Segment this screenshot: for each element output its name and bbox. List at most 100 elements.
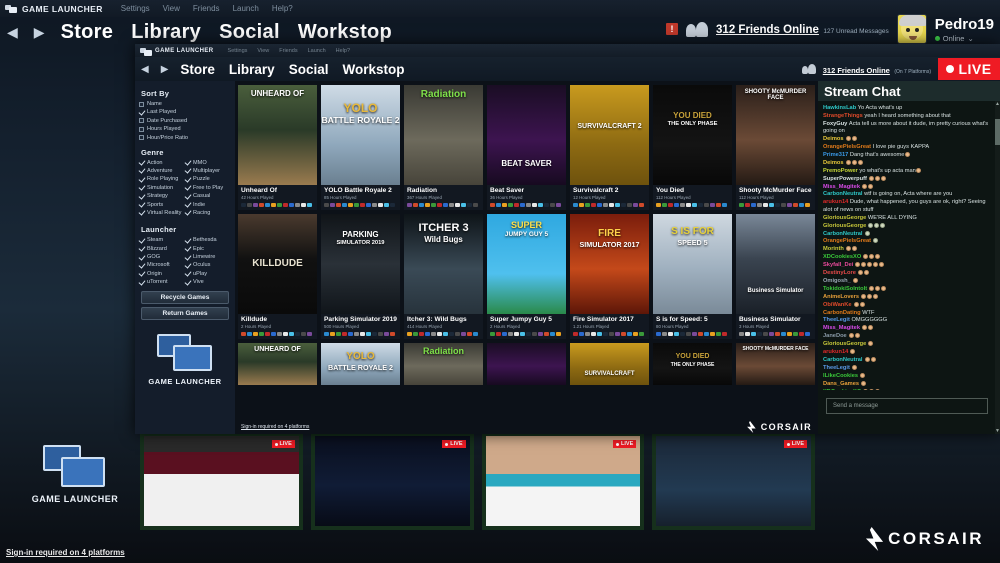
platform-icon[interactable] [378, 202, 383, 207]
platform-icon[interactable] [295, 202, 300, 207]
platform-icon[interactable] [490, 202, 495, 207]
game-card[interactable]: SHOOTY McMURDER FACE Shooty McMurder Face… [736, 85, 815, 210]
game-card[interactable]: Radiation Radiation 367 Hours Played [404, 85, 483, 210]
genre-option-mmo[interactable]: MMO [185, 160, 231, 166]
platform-icon[interactable] [455, 331, 460, 336]
platform-icon[interactable] [716, 331, 721, 336]
platform-icon[interactable] [597, 202, 602, 207]
grid-signin-notice[interactable]: Sign-in required on 4 platforms [241, 424, 309, 430]
game-card[interactable]: PARKING SIMULATOR 2019 Parking Simulator 2… [321, 214, 400, 339]
platform-icon[interactable] [390, 331, 395, 336]
platform-icon[interactable] [710, 202, 715, 207]
platform-icon[interactable] [573, 331, 578, 336]
platform-icon[interactable] [520, 202, 525, 207]
sort-option-hour-price-ratio[interactable]: Hour/Price Ratio [139, 135, 231, 141]
chat-username[interactable]: XDCookiesXO [823, 389, 863, 390]
platform-icon[interactable] [342, 202, 347, 207]
platform-icon[interactable] [722, 202, 727, 207]
platform-icon[interactable] [455, 202, 460, 207]
platform-icon[interactable] [324, 331, 329, 336]
inner-nav-social[interactable]: Social [289, 62, 329, 77]
platform-icon[interactable] [413, 202, 418, 207]
platform-icon[interactable] [793, 331, 798, 336]
platform-icon[interactable] [775, 331, 780, 336]
platform-icon[interactable] [686, 202, 691, 207]
platform-icon[interactable] [698, 202, 703, 207]
platform-icon[interactable] [532, 331, 537, 336]
genre-option-role-playing[interactable]: Role Playing [139, 176, 185, 182]
platform-icon[interactable] [615, 331, 620, 336]
game-card[interactable]: Business Simulator Business Simulator 3 Ho… [736, 214, 815, 339]
platform-icon[interactable] [372, 331, 377, 336]
platform-icon[interactable] [639, 331, 644, 336]
platform-icon[interactable] [692, 202, 697, 207]
platform-icon[interactable] [496, 331, 501, 336]
platform-icon[interactable] [556, 331, 561, 336]
platform-icon[interactable] [467, 331, 472, 336]
chat-username[interactable]: DestinyLore [823, 270, 857, 276]
sort-option-last-played[interactable]: Last Played [139, 109, 231, 115]
outer-nav-social[interactable]: Social [219, 21, 280, 44]
platform-icon[interactable] [289, 202, 294, 207]
launcher-option-microsoft[interactable]: Microsoft [139, 262, 185, 268]
outer-menu-item-launch[interactable]: Launch [233, 4, 259, 13]
game-card[interactable]: YOLO BATTLE ROYALE 2 YOLO Battle Royale 28… [321, 85, 400, 210]
platform-icon[interactable] [259, 202, 264, 207]
platform-icon[interactable] [520, 331, 525, 336]
platform-icon[interactable] [496, 202, 501, 207]
platform-icon[interactable] [621, 202, 626, 207]
game-card[interactable]: UNHEARD OF Unheard Of 42 Hours Played [238, 85, 317, 210]
platform-icon[interactable] [271, 202, 276, 207]
platform-icon[interactable] [431, 202, 436, 207]
chat-username[interactable]: GloriousGeorge [823, 215, 868, 221]
platform-icon[interactable] [384, 202, 389, 207]
platform-icon[interactable] [508, 331, 513, 336]
platform-icon[interactable] [579, 331, 584, 336]
platform-icon[interactable] [603, 202, 608, 207]
platform-icon[interactable] [799, 202, 804, 207]
platform-icon[interactable] [419, 202, 424, 207]
platform-icon[interactable] [241, 331, 246, 336]
platform-icon[interactable] [585, 331, 590, 336]
platform-icon[interactable] [550, 202, 555, 207]
platform-icon[interactable] [526, 202, 531, 207]
platform-icon[interactable] [680, 331, 685, 336]
back-arrow-icon[interactable]: ◀ [141, 64, 149, 75]
platform-icon[interactable] [668, 202, 673, 207]
platform-icon[interactable] [295, 331, 300, 336]
chat-username[interactable]: CarbonNeutral [823, 231, 864, 237]
platform-icon[interactable] [686, 331, 691, 336]
chat-username[interactable]: Deimos [823, 160, 845, 166]
scroll-down-icon[interactable]: ▼ [995, 428, 1000, 434]
platform-icon[interactable] [627, 331, 632, 336]
game-card[interactable]: BEAT SAVER Beat Saver 36 Hours Played [487, 85, 566, 210]
game-card[interactable]: KILLDUDE Killdude 2 Hours Played [238, 214, 317, 339]
platform-icon[interactable] [514, 202, 519, 207]
platform-icon[interactable] [413, 331, 418, 336]
platform-icon[interactable] [591, 202, 596, 207]
game-card[interactable]: SUPER JUMPY GUY 5 Super Jumpy Guy 52 Hours… [487, 214, 566, 339]
inner-friends-block[interactable]: 312 Friends Online (On 7 Platforms) [823, 61, 931, 78]
platform-icon[interactable] [639, 202, 644, 207]
launcher-option-gog[interactable]: GOG [139, 254, 185, 260]
live-stream-thumbnail[interactable]: LIVE [481, 432, 645, 530]
platform-icon[interactable] [247, 202, 252, 207]
genre-option-adventure[interactable]: Adventure [139, 168, 185, 174]
return-games-button[interactable]: Return Games [141, 306, 229, 320]
platform-icon[interactable] [419, 331, 424, 336]
platform-icon[interactable] [757, 331, 762, 336]
platform-icon[interactable] [674, 331, 679, 336]
platform-icon[interactable] [437, 331, 442, 336]
inner-menu-item-friends[interactable]: Friends [279, 48, 297, 54]
forward-arrow-icon[interactable]: ▶ [161, 64, 169, 75]
platform-icon[interactable] [360, 331, 365, 336]
chat-input[interactable]: Send a message [826, 398, 988, 414]
platform-icon[interactable] [277, 202, 282, 207]
live-button[interactable]: LIVE [938, 58, 1000, 80]
platform-icon[interactable] [283, 202, 288, 207]
outer-nav-workstop[interactable]: Workstop [298, 21, 392, 44]
launcher-option-epic[interactable]: Epic [185, 246, 231, 252]
chat-username[interactable]: HawkinsLab [823, 105, 858, 111]
platform-icon[interactable] [259, 331, 264, 336]
sort-option-date-purchased[interactable]: Date Purchased [139, 118, 231, 124]
